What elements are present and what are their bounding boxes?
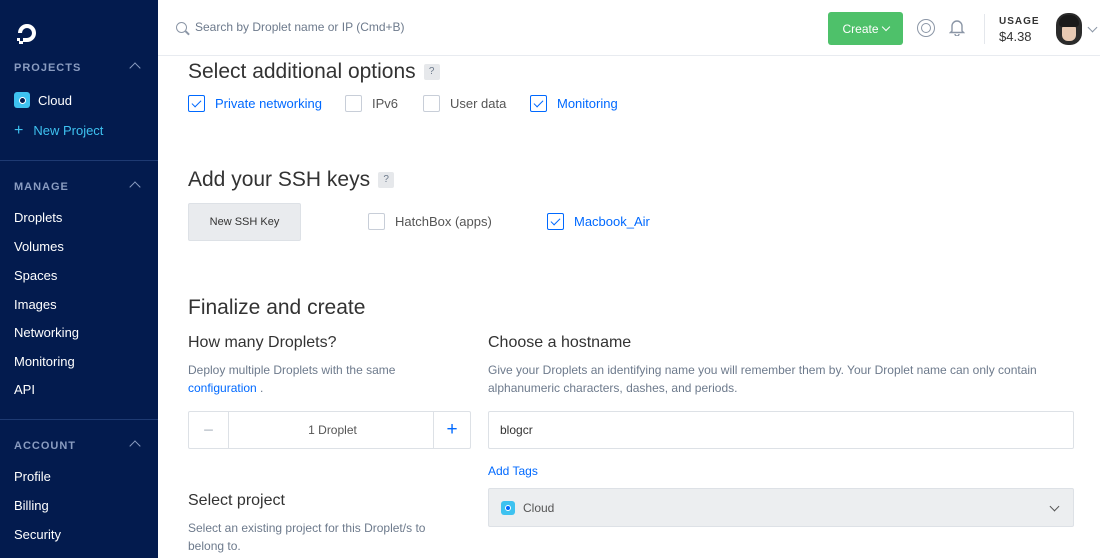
chevron-down-icon [1049, 501, 1060, 512]
chevron-up-icon[interactable] [129, 181, 141, 193]
manage-heading: MANAGE [14, 181, 69, 193]
sidebar-divider [0, 419, 158, 420]
chevron-up-icon[interactable] [129, 440, 141, 452]
option-label: Monitoring [557, 96, 618, 111]
sidebar-item-spaces[interactable]: Spaces [14, 268, 57, 283]
section-title-text: Select additional options [188, 60, 416, 83]
project-select[interactable]: Cloud [488, 488, 1074, 527]
sidebar-item-volumes[interactable]: Volumes [14, 239, 64, 254]
create-button[interactable]: Create [828, 12, 903, 45]
section-title-text: Add your SSH keys [188, 168, 371, 191]
projects-heading: PROJECTS [14, 62, 82, 74]
sidebar-item-monitoring[interactable]: Monitoring [14, 354, 75, 369]
usage-label: USAGE [999, 16, 1040, 27]
description-text: . [256, 381, 264, 395]
configuration-link[interactable]: configuration [188, 381, 257, 395]
main-content: Select additional options ? Private netw… [158, 56, 1100, 558]
option-ipv6[interactable]: IPv6 [345, 95, 398, 112]
sidebar-item-cloud[interactable]: Cloud [14, 92, 72, 108]
sidebar-item-images[interactable]: Images [14, 297, 57, 312]
option-label: User data [450, 96, 507, 111]
help-badge[interactable]: ? [378, 172, 395, 188]
create-label: Create [842, 21, 879, 36]
select-project-title: Select project [188, 492, 285, 509]
checkbox-checked[interactable] [530, 95, 547, 112]
checkbox-checked[interactable] [547, 213, 564, 230]
droplet-quantity-value[interactable]: 1 Droplet [229, 412, 436, 448]
search-placeholder: Search by Droplet name or IP (Cmd+B) [195, 20, 405, 34]
sidebar-item-api[interactable]: API [14, 382, 35, 397]
decrement-button[interactable]: − [189, 412, 229, 448]
sidebar-item-billing[interactable]: Billing [14, 498, 49, 513]
sidebar-item-security[interactable]: Security [14, 527, 61, 542]
avatar[interactable] [1056, 13, 1082, 45]
app-window: PROJECTS Cloud + New Project MANAGE Drop… [0, 0, 1100, 558]
help-badge[interactable]: ? [423, 64, 440, 80]
hostname-input[interactable]: blogcr [488, 411, 1074, 449]
ssh-key-label: HatchBox (apps) [395, 214, 492, 229]
sidebar-item-networking[interactable]: Networking [14, 325, 79, 340]
finalize-title: Finalize and create [188, 296, 365, 320]
chevron-up-icon[interactable] [129, 62, 141, 74]
topbar: Search by Droplet name or IP (Cmd+B) Cre… [158, 0, 1100, 56]
checkbox[interactable] [423, 95, 440, 112]
ssh-key-macbook-air[interactable]: Macbook_Air [547, 213, 650, 230]
ssh-key-hatchbox[interactable]: HatchBox (apps) [368, 213, 492, 230]
project-select-value: Cloud [523, 500, 555, 515]
sidebar: PROJECTS Cloud + New Project MANAGE Drop… [0, 0, 158, 558]
project-icon [14, 92, 30, 108]
new-ssh-key-button[interactable]: New SSH Key [188, 203, 301, 241]
bell-icon[interactable] [949, 18, 965, 36]
plus-icon: + [14, 121, 24, 139]
option-label: Private networking [215, 96, 322, 111]
new-project-label: New Project [33, 123, 104, 138]
hostname-description: Give your Droplets an identifying name y… [488, 363, 1037, 395]
droplet-quantity-stepper: − 1 Droplet + [188, 411, 471, 449]
digitalocean-logo-icon[interactable] [14, 20, 40, 46]
help-lifebuoy-icon[interactable] [917, 19, 935, 37]
hostname-title: Choose a hostname [488, 334, 632, 351]
ssh-keys-title: Add your SSH keys ? [188, 168, 395, 192]
option-label: IPv6 [372, 96, 399, 111]
new-project-link[interactable]: + New Project [14, 121, 104, 139]
section-title-text: Finalize and create [188, 296, 366, 319]
search-input[interactable]: Search by Droplet name or IP (Cmd+B) [176, 20, 405, 34]
topbar-divider [984, 14, 985, 44]
option-monitoring[interactable]: Monitoring [530, 95, 618, 112]
option-user-data[interactable]: User data [423, 95, 506, 112]
usage-value[interactable]: $4.38 [999, 29, 1032, 44]
droplet-count-description: Deploy multiple Droplets with the same c… [188, 361, 448, 397]
checkbox[interactable] [345, 95, 362, 112]
sidebar-item-label: Cloud [38, 92, 72, 108]
project-icon [501, 500, 515, 515]
ssh-key-label: Macbook_Air [574, 214, 650, 229]
checkbox[interactable] [368, 213, 385, 230]
select-project-description: Select an existing project for this Drop… [188, 521, 426, 553]
sidebar-item-droplets[interactable]: Droplets [14, 210, 62, 225]
option-private-networking[interactable]: Private networking [188, 95, 322, 112]
search-icon [176, 21, 187, 33]
sidebar-item-profile[interactable]: Profile [14, 469, 51, 484]
droplet-count-title: How many Droplets? [188, 334, 337, 351]
description-text: Deploy multiple Droplets with the same [188, 363, 396, 377]
chevron-down-icon [881, 22, 890, 32]
checkbox-checked[interactable] [188, 95, 205, 112]
chevron-down-icon[interactable] [1087, 22, 1098, 33]
account-heading: ACCOUNT [14, 440, 76, 452]
add-tags-link[interactable]: Add Tags [488, 464, 538, 478]
sidebar-divider [0, 160, 158, 161]
additional-options-title: Select additional options ? [188, 60, 440, 84]
increment-button[interactable]: + [433, 412, 470, 448]
